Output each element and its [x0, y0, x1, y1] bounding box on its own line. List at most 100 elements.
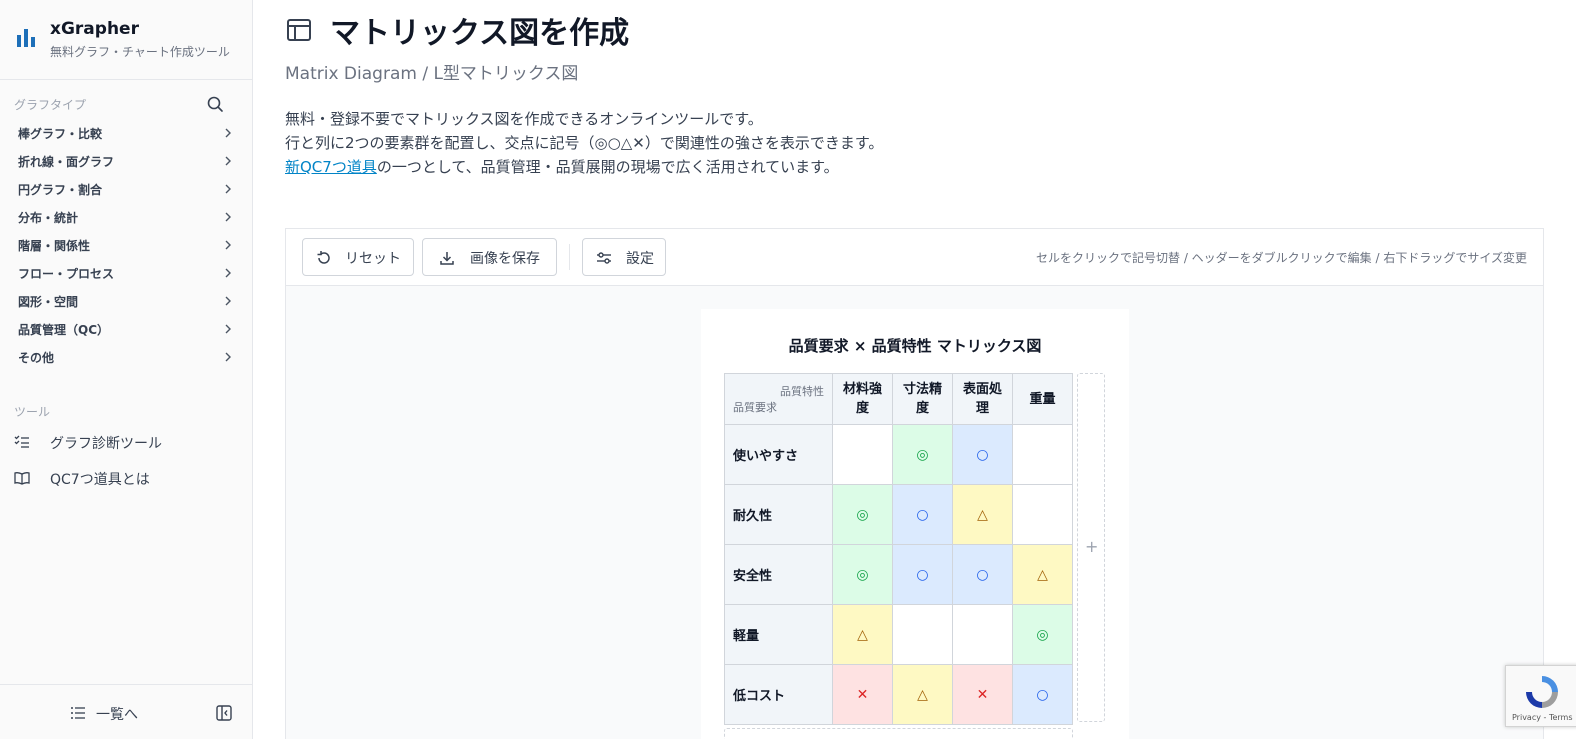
sidebar-item-label: 分布・統計	[18, 211, 79, 225]
matrix-row-header[interactable]: 安全性	[724, 544, 833, 605]
sidebar-item-label: 円グラフ・割合	[18, 183, 103, 197]
sidebar-item[interactable]: その他	[8, 344, 240, 370]
sidebar-item-label: 図形・空間	[18, 295, 79, 309]
sidebar-item-label: 棒グラフ・比較	[18, 127, 103, 141]
sidebar-item[interactable]: 折れ線・面グラフ	[8, 148, 240, 174]
list-check-icon	[14, 435, 29, 448]
matrix-card: 品質要求 × 品質特性 マトリックス図 品質特性 品質要求 材料強度 寸法精度 表面…	[701, 309, 1129, 739]
matrix-cell[interactable]: △	[832, 604, 893, 665]
download-icon	[440, 252, 454, 265]
save-image-button-label: 画像を保存	[470, 251, 540, 267]
reset-icon	[317, 251, 330, 264]
matrix-cell[interactable]: ✕	[832, 664, 893, 725]
sidebar-tool-qc7-about[interactable]: QC7つ道具とは	[8, 463, 240, 493]
list-icon	[71, 707, 85, 719]
matrix-cell[interactable]: ○	[1012, 664, 1073, 725]
sidebar-collapse-icon[interactable]	[215, 704, 233, 722]
chevron-right-icon	[225, 240, 231, 250]
matrix-cell[interactable]: ○	[892, 544, 953, 605]
chevron-right-icon	[225, 128, 231, 138]
matrix-column-header[interactable]: 重量	[1012, 373, 1073, 425]
settings-button-label: 設定	[626, 251, 654, 267]
chevron-right-icon	[225, 268, 231, 278]
bar-chart-logo-icon	[17, 29, 35, 47]
open-book-icon	[14, 472, 30, 485]
sidebar-item[interactable]: 分布・統計	[8, 204, 240, 230]
matrix-column-header[interactable]: 表面処理	[952, 373, 1013, 425]
matrix-table: 品質特性 品質要求 材料強度 寸法精度 表面処理 重量 使いやすさ ◎ ○ 耐久性 ◎ ○ △ 安全…	[724, 373, 1073, 725]
matrix-cell[interactable]	[1012, 424, 1073, 485]
corner-column-axis-label: 品質特性	[780, 385, 824, 398]
sidebar-item[interactable]: 円グラフ・割合	[8, 176, 240, 202]
sidebar-footer: 一覧へ	[0, 684, 252, 739]
matrix-cell[interactable]: ○	[952, 544, 1013, 605]
matrix-title[interactable]: 品質要求 × 品質特性 マトリックス図	[701, 335, 1129, 356]
sidebar-item-label: フロー・プロセス	[18, 267, 115, 281]
usage-hint: セルをクリックで記号切替 / ヘッダーをダブルクリックで編集 / 右下ドラッグで…	[1036, 251, 1527, 265]
page-title: マトリックス図を作成	[330, 16, 630, 51]
matrix-row-header[interactable]: 耐久性	[724, 484, 833, 545]
sidebar-item[interactable]: フロー・プロセス	[8, 260, 240, 286]
matrix-cell[interactable]: △	[892, 664, 953, 725]
matrix-cell[interactable]: ○	[892, 484, 953, 545]
chevron-right-icon	[225, 156, 231, 166]
sidebar-item-label: 折れ線・面グラフ	[18, 155, 115, 169]
matrix-row: 安全性 ◎ ○ ○ △	[724, 544, 1073, 605]
sidebar-item-label: 階層・関係性	[18, 239, 91, 253]
recaptcha-badge[interactable]: Privacy - Terms	[1505, 665, 1576, 727]
editor-toolbar: リセット 画像を保存 設定 セルをクリックで記号切替 / ヘッダーをダブルクリッ…	[286, 229, 1543, 286]
editor-canvas: 品質要求 × 品質特性 マトリックス図 品質特性 品質要求 材料強度 寸法精度 表面…	[286, 286, 1543, 739]
matrix-cell[interactable]	[952, 604, 1013, 665]
matrix-row-header[interactable]: 軽量	[724, 604, 833, 665]
sidebar-item[interactable]: 棒グラフ・比較	[8, 120, 240, 146]
matrix-row: 使いやすさ ◎ ○	[724, 424, 1073, 485]
sidebar-tool-graph-diagnosis[interactable]: グラフ診断ツール	[8, 427, 240, 457]
chevron-right-icon	[225, 296, 231, 306]
settings-button[interactable]: 設定	[582, 238, 666, 276]
matrix-column-header[interactable]: 寸法精度	[892, 373, 953, 425]
main-content: マトリックス図を作成 Matrix Diagram / L型マトリックス図 無料…	[253, 0, 1576, 739]
search-icon[interactable]	[206, 95, 224, 113]
matrix-cell[interactable]: ◎	[832, 484, 893, 545]
matrix-row-header[interactable]: 低コスト	[724, 664, 833, 725]
matrix-cell[interactable]: ○	[952, 424, 1013, 485]
sidebar-item-label: その他	[18, 351, 55, 365]
brand-header[interactable]: xGrapher 無料グラフ・チャート作成ツール	[0, 0, 252, 80]
matrix-row-header[interactable]: 使いやすさ	[724, 424, 833, 485]
description-line-3-text: の一つとして、品質管理・品質展開の現場で広く活用されています。	[376, 158, 839, 176]
add-row-button[interactable]	[724, 728, 1073, 739]
matrix-column-header[interactable]: 材料強度	[832, 373, 893, 425]
sidebar-item[interactable]: 図形・空間	[8, 288, 240, 314]
sidebar: xGrapher 無料グラフ・チャート作成ツール グラフタイプ 棒グラフ・比較折…	[0, 0, 253, 739]
matrix-cell[interactable]: ✕	[952, 664, 1013, 725]
recaptcha-links[interactable]: Privacy - Terms	[1512, 713, 1573, 722]
brand-tagline: 無料グラフ・チャート作成ツール	[50, 45, 230, 59]
corner-row-axis-label: 品質要求	[733, 401, 777, 414]
matrix-cell[interactable]	[832, 424, 893, 485]
back-to-list-label: 一覧へ	[96, 707, 138, 723]
matrix-cell[interactable]: ◎	[832, 544, 893, 605]
save-image-button[interactable]: 画像を保存	[422, 238, 557, 276]
matrix-cell[interactable]: ◎	[1012, 604, 1073, 665]
matrix-cell[interactable]: ◎	[892, 424, 953, 485]
reset-button[interactable]: リセット	[302, 238, 414, 276]
description-line-3: 新QC7つ道具の一つとして、品質管理・品質展開の現場で広く活用されています。	[285, 156, 839, 177]
matrix-cell[interactable]	[1012, 484, 1073, 545]
chevron-right-icon	[225, 352, 231, 362]
sidebar-item[interactable]: 品質管理（QC）	[8, 316, 240, 342]
matrix-row: 低コスト ✕ △ ✕ ○	[724, 664, 1073, 725]
description-line-2: 行と列に2つの要素群を配置し、交点に記号（◎○△✕）で関連性の強さを表示できます…	[285, 134, 884, 152]
add-column-button[interactable]: +	[1077, 373, 1105, 722]
matrix-row: 耐久性 ◎ ○ △	[724, 484, 1073, 545]
app: xGrapher 無料グラフ・チャート作成ツール グラフタイプ 棒グラフ・比較折…	[0, 0, 1576, 739]
matrix-cell[interactable]: △	[1012, 544, 1073, 605]
matrix-cell[interactable]: △	[952, 484, 1013, 545]
sidebar-item[interactable]: 階層・関係性	[8, 232, 240, 258]
sidebar-tool-label: QC7つ道具とは	[50, 472, 150, 488]
matrix-cell[interactable]	[892, 604, 953, 665]
reset-button-label: リセット	[345, 251, 401, 267]
new-qc7-tools-link[interactable]: 新QC7つ道具	[285, 158, 377, 176]
graph-types-title: グラフタイプ	[14, 98, 87, 112]
chevron-right-icon	[225, 324, 231, 334]
chevron-right-icon	[225, 212, 231, 222]
